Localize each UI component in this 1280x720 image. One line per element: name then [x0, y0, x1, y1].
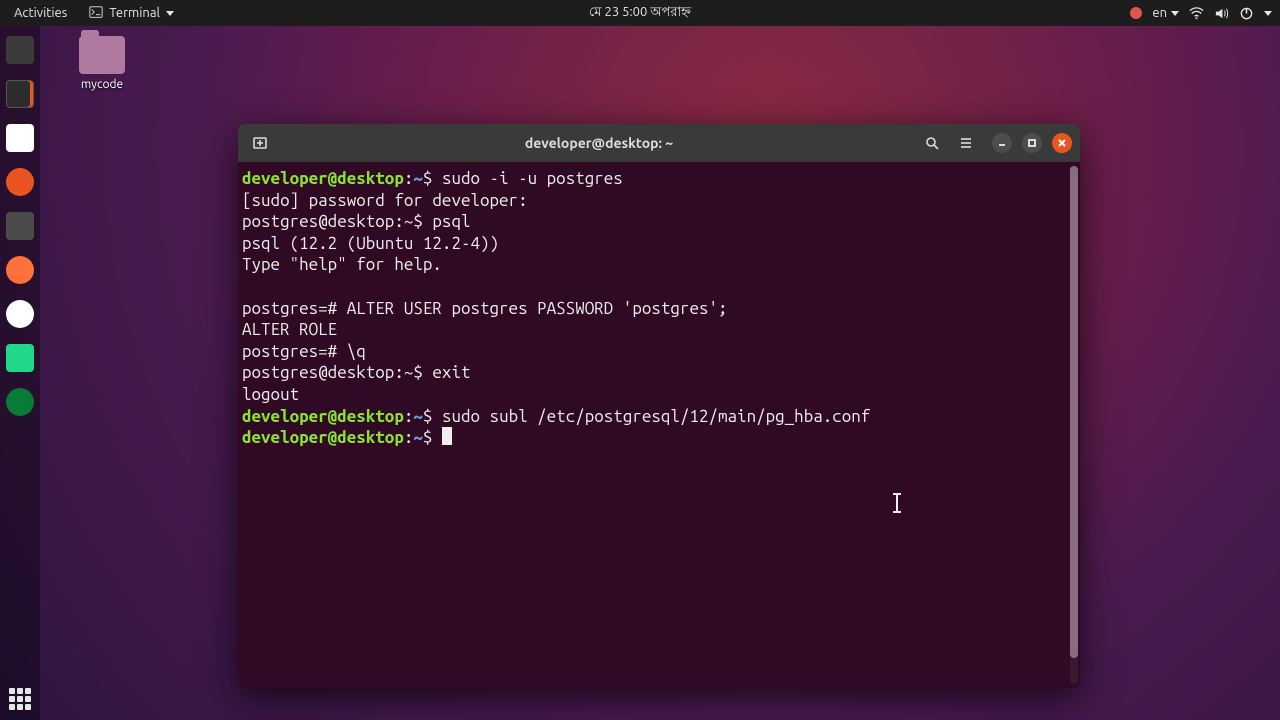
maximize-button[interactable] [1022, 133, 1042, 153]
volume-icon[interactable] [1214, 6, 1229, 21]
app-menu[interactable]: Terminal [83, 5, 180, 22]
wifi-icon[interactable] [1189, 6, 1204, 21]
chevron-down-icon [1264, 11, 1272, 16]
dock-text-editor[interactable] [6, 124, 34, 152]
terminal-viewport[interactable]: developer@desktop:~$ sudo -i -u postgres… [238, 162, 1080, 688]
dock-jetbrains[interactable] [6, 388, 34, 416]
dock-chrome[interactable] [6, 300, 34, 328]
apps-grid-icon [9, 688, 31, 710]
close-button[interactable] [1052, 133, 1072, 153]
top-panel: Activities Terminal মে 23 5:00 অপরাহ্ন e… [0, 0, 1280, 26]
new-tab-button[interactable] [246, 129, 274, 157]
activities-button[interactable]: Activities [8, 6, 73, 20]
search-icon [924, 135, 940, 151]
dock [0, 26, 40, 720]
menu-icon [958, 135, 974, 151]
input-source[interactable]: en [1152, 6, 1179, 20]
desktop-folder-mycode[interactable]: mycode [72, 36, 132, 91]
dock-firefox[interactable] [6, 256, 34, 284]
chevron-down-icon [1171, 11, 1179, 16]
screencast-indicator[interactable] [1130, 7, 1142, 19]
terminal-output[interactable]: developer@desktop:~$ sudo -i -u postgres… [242, 168, 1074, 449]
show-applications[interactable] [9, 688, 31, 710]
hamburger-menu-button[interactable] [952, 129, 980, 157]
minimize-button[interactable] [992, 133, 1012, 153]
dock-files[interactable] [6, 36, 34, 64]
window-title: developer@desktop: ~ [280, 135, 918, 151]
new-tab-icon [252, 135, 268, 151]
chevron-down-icon [166, 11, 174, 16]
terminal-icon [89, 5, 103, 22]
dock-ubuntu-software[interactable] [6, 168, 34, 196]
clock[interactable]: মে 23 5:00 অপরাহ্ন [589, 3, 691, 24]
text-cursor-icon [896, 494, 898, 512]
desktop-folder-label: mycode [72, 78, 132, 91]
terminal-window: developer@desktop: ~ developer@desktop:~… [238, 124, 1080, 688]
folder-icon [79, 36, 125, 74]
dock-sublime[interactable] [6, 212, 34, 240]
dock-pycharm[interactable] [6, 344, 34, 372]
app-menu-label: Terminal [109, 6, 160, 20]
dock-terminal[interactable] [6, 80, 34, 108]
power-icon[interactable] [1239, 6, 1254, 21]
titlebar[interactable]: developer@desktop: ~ [238, 124, 1080, 162]
scrollbar[interactable] [1070, 166, 1078, 684]
scrollbar-thumb[interactable] [1070, 166, 1078, 658]
search-button[interactable] [918, 129, 946, 157]
